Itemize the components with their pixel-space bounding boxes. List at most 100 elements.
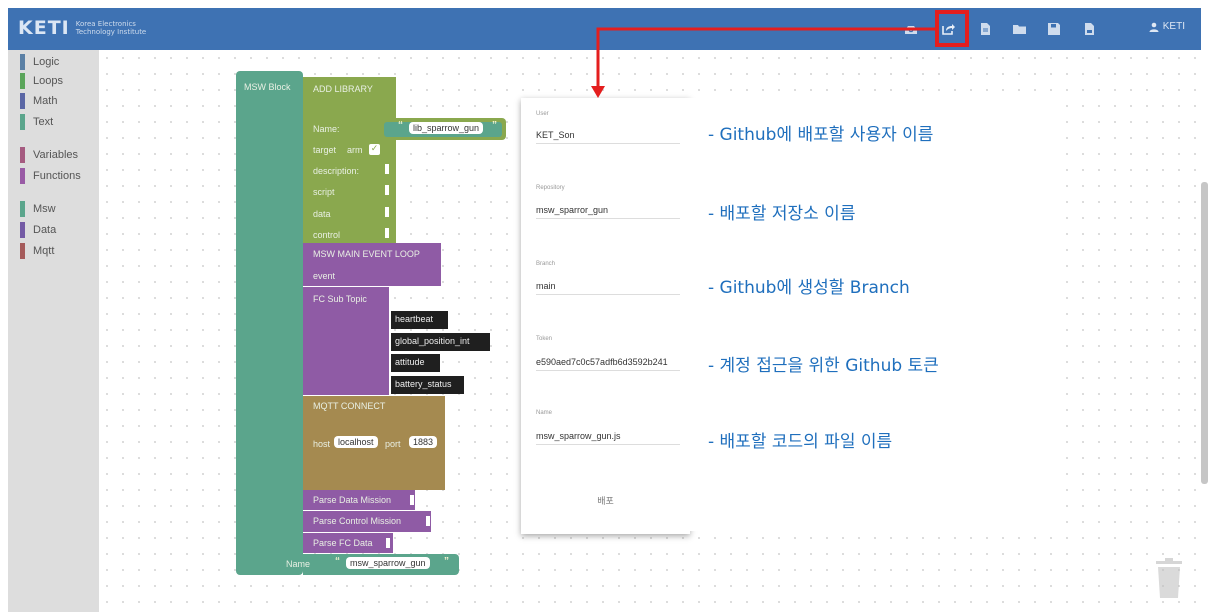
add-library-label: ADD LIBRARY <box>313 84 373 94</box>
deploy-button[interactable]: 배포 <box>521 494 690 507</box>
lib-name-field[interactable]: lib_sparrow_gun <box>409 122 484 134</box>
main-event-loop-label: MSW MAIN EVENT LOOP <box>313 249 420 259</box>
input-notch <box>385 207 389 217</box>
category-label: Mqtt <box>33 245 55 257</box>
branch-field-label: Branch <box>536 261 556 267</box>
fc-sub-topic-label: FC Sub Topic <box>313 294 367 304</box>
port-label: port <box>385 439 401 449</box>
workspace-scrollbar[interactable] <box>1201 182 1208 484</box>
topic-heartbeat[interactable]: heartbeat <box>391 311 448 329</box>
token-field-label: Token <box>536 336 553 342</box>
host-label: host <box>313 439 331 449</box>
toolbox-category-functions[interactable]: Functions <box>20 168 81 184</box>
category-color-bar <box>20 201 25 217</box>
category-color-bar <box>20 114 25 130</box>
target-label: target <box>313 145 337 155</box>
branch-input[interactable]: main <box>536 275 680 295</box>
topic-attitude[interactable]: attitude <box>391 354 440 372</box>
user-menu[interactable]: KETI <box>1149 21 1185 32</box>
highlight-box <box>935 10 969 47</box>
quote-close: ” <box>444 556 449 567</box>
msw-block-label: MSW Block <box>244 82 291 92</box>
category-label: Msw <box>33 203 56 215</box>
category-label: Text <box>33 116 54 128</box>
annotation-branch: - Github에 생성할 Branch <box>708 278 910 298</box>
annotation-token: - 계정 접근을 위한 Github 토큰 <box>708 356 939 376</box>
user-input[interactable]: KET_Son <box>536 124 680 144</box>
logo-mark: KETI <box>18 17 70 39</box>
category-color-bar <box>20 93 25 109</box>
input-notch <box>385 185 389 195</box>
toolbox-category-math[interactable]: Math <box>20 93 57 109</box>
inbox-icon[interactable] <box>903 21 919 37</box>
arm-checkbox[interactable]: ✓ <box>369 144 380 155</box>
annotation-user: - Github에 배포할 사용자 이름 <box>708 125 934 145</box>
mqtt-connect-label: MQTT CONNECT <box>313 401 386 411</box>
toolbox-category-msw[interactable]: Msw <box>20 201 56 217</box>
repository-field-label: Repository <box>536 185 565 191</box>
deploy-dialog: User KET_Son Repository msw_sparror_gun … <box>521 98 690 534</box>
name-field-label: Name <box>536 410 553 416</box>
user-label: KETI <box>1162 21 1185 32</box>
category-label: Variables <box>33 149 79 161</box>
category-label: Math <box>33 95 58 107</box>
blockly-editor-app: KETI Korea Electronics Technology Instit… <box>0 0 1209 614</box>
annotation-filename: - 배포할 코드의 파일 이름 <box>708 432 893 452</box>
user-field-label: User <box>536 111 549 117</box>
category-color-bar <box>20 54 25 70</box>
parse-data-mission-label: Parse Data Mission <box>313 495 392 505</box>
toolbox-category-data[interactable]: Data <box>20 222 56 238</box>
quote-open: “ <box>335 556 340 567</box>
input-notch <box>426 516 430 526</box>
trash-can-icon[interactable] <box>1154 558 1184 598</box>
control-label: control <box>313 230 341 240</box>
save-icon[interactable] <box>1046 21 1062 37</box>
filename-input[interactable]: msw_sparrow_gun.js <box>536 425 680 445</box>
quote-open: “ <box>398 120 403 131</box>
logo-subtitle-line2: Technology Institute <box>75 28 147 36</box>
input-notch <box>385 228 389 238</box>
toolbox-category-variables[interactable]: Variables <box>20 147 78 163</box>
token-input[interactable]: e590aed7c0c57adfb6d3592b241 <box>536 351 680 371</box>
category-color-bar <box>20 222 25 238</box>
quote-close: ” <box>492 120 497 131</box>
logo-subtitle-line1: Korea Electronics <box>75 20 136 28</box>
user-icon <box>1149 22 1159 32</box>
category-label: Loops <box>33 75 63 87</box>
category-label: Logic <box>33 56 60 68</box>
event-label: event <box>313 271 336 281</box>
category-label: Functions <box>33 170 81 182</box>
category-color-bar <box>20 147 25 163</box>
category-color-bar <box>20 73 25 89</box>
toolbox-category-text[interactable]: Text <box>20 114 53 130</box>
annotation-panel: - Github에 배포할 사용자 이름 - 배포할 저장소 이름 - Gith… <box>690 98 1056 531</box>
new-file-icon[interactable] <box>977 21 993 37</box>
input-notch <box>385 164 389 174</box>
toolbox: Logic Loops Math Text Variables Function… <box>8 50 99 612</box>
input-notch <box>410 495 414 505</box>
script-label: script <box>313 187 335 197</box>
topic-global-position-int[interactable]: global_position_int <box>391 333 490 351</box>
save-as-file-icon[interactable] <box>1081 21 1097 37</box>
host-field[interactable]: localhost <box>334 436 378 448</box>
description-label: description: <box>313 166 360 176</box>
annotation-repository: - 배포할 저장소 이름 <box>708 204 856 224</box>
category-color-bar <box>20 243 25 259</box>
open-folder-icon[interactable] <box>1012 21 1028 37</box>
top-bar: KETI Korea Electronics Technology Instit… <box>8 8 1201 50</box>
port-field[interactable]: 1883 <box>409 436 438 448</box>
toolbox-category-mqtt[interactable]: Mqtt <box>20 243 54 259</box>
msw-name-field[interactable]: msw_sparrow_gun <box>346 557 430 569</box>
repository-input[interactable]: msw_sparror_gun <box>536 199 680 219</box>
name-label: Name: <box>313 124 340 134</box>
data-label: data <box>313 209 331 219</box>
toolbox-category-logic[interactable]: Logic <box>20 54 59 70</box>
arm-label: arm <box>347 145 363 155</box>
logo-subtitle: Korea Electronics Technology Institute <box>76 20 147 36</box>
bottom-name-label: Name <box>286 559 311 569</box>
toolbox-category-loops[interactable]: Loops <box>20 73 63 89</box>
msw-block[interactable] <box>236 71 303 575</box>
parse-control-mission-label: Parse Control Mission <box>313 516 402 526</box>
topic-battery-status[interactable]: battery_status <box>391 376 464 394</box>
category-color-bar <box>20 168 25 184</box>
